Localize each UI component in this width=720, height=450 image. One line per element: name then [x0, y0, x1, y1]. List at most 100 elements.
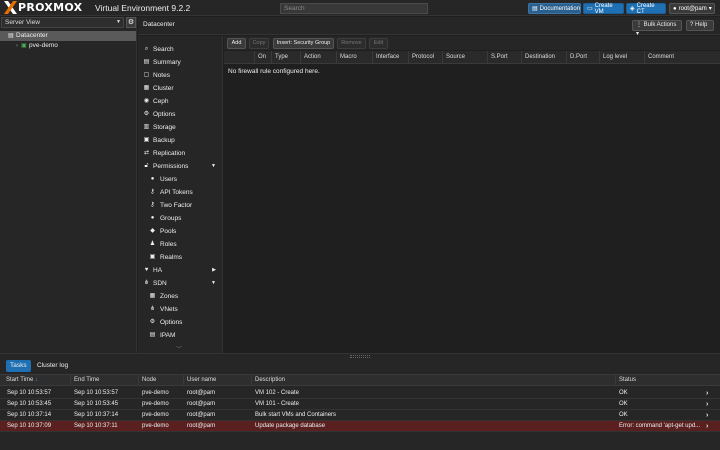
create-ct-button[interactable]: ◈ Create CT	[626, 2, 666, 15]
menu-item-ha[interactable]: ♥ HA ▶	[138, 264, 222, 277]
column-header-macro[interactable]: Macro	[336, 51, 372, 64]
edit-rule-button[interactable]: Edit	[369, 38, 388, 49]
user-label: root@pam	[678, 5, 707, 12]
tasks-table-header: Start Time ↓ End Time Node User name Des…	[0, 374, 720, 386]
menu-item-summary[interactable]: ▤ Summary	[138, 56, 222, 69]
chevron-right-icon[interactable]: ›	[706, 388, 708, 399]
tree-item-node[interactable]: › ▣ pve-demo	[0, 41, 136, 51]
cell-start: Sep 10 10:37:09	[7, 423, 52, 429]
column-header-node[interactable]: Node	[138, 375, 183, 386]
column-header-log-level[interactable]: Log level	[599, 51, 644, 64]
menu-item-ceph[interactable]: ◉ Ceph	[138, 95, 222, 108]
cell-status: Error: command 'apt-get upd...	[619, 423, 701, 429]
column-header-type[interactable]: Type	[271, 51, 300, 64]
menu-item-label: Search	[153, 46, 174, 53]
column-header-status[interactable]: Status	[615, 375, 705, 386]
cluster-icon: ▦	[143, 85, 150, 91]
menu-item-label: Pools	[160, 228, 177, 235]
menu-item-options[interactable]: ⚙ Options	[138, 108, 222, 121]
chevron-right-icon[interactable]: ›	[706, 410, 708, 421]
cell-status: OK	[619, 412, 628, 418]
column-header-user-name[interactable]: User name	[183, 375, 251, 386]
remove-rule-button[interactable]: Remove	[337, 38, 366, 49]
menu-item-permissions[interactable]: 🔓︎ Permissions ▼	[138, 160, 222, 173]
chevron-down-icon: ▾	[708, 6, 712, 12]
gear-icon: ⚙	[143, 111, 150, 117]
insert-security-group-button[interactable]: Insert: Security Group	[273, 38, 334, 49]
menu-item-two-factor[interactable]: ⚷ Two Factor	[138, 199, 222, 212]
tree-settings-button[interactable]: ⚙	[126, 17, 136, 28]
copy-rule-button[interactable]: Copy	[249, 38, 269, 49]
table-row[interactable]: Sep 10 10:53:45 Sep 10 10:53:45 pve-demo…	[0, 399, 720, 410]
menu-item-search[interactable]: ⌕ Search	[138, 43, 222, 56]
cell-user: root@pam	[187, 423, 216, 429]
menu-item-vnets[interactable]: ⋔ VNets	[138, 303, 222, 316]
menu-item-replication[interactable]: ⇄ Replication	[138, 147, 222, 160]
add-rule-button[interactable]: Add	[227, 38, 246, 49]
menu-item-sdn-options[interactable]: ⚙ Options	[138, 316, 222, 329]
table-row-error[interactable]: Sep 10 10:37:09 Sep 10 10:37:11 pve-demo…	[0, 421, 720, 432]
column-header-dport[interactable]: D.Port	[566, 51, 599, 64]
menu-item-groups[interactable]: ● Groups	[138, 212, 222, 225]
column-header-sport[interactable]: S.Port	[487, 51, 521, 64]
column-header-protocol[interactable]: Protocol	[408, 51, 442, 64]
cell-end: Sep 10 10:53:57	[74, 390, 119, 396]
tab-cluster-log[interactable]: Cluster log	[33, 360, 72, 372]
search-input[interactable]	[280, 3, 428, 14]
table-row[interactable]: Sep 10 10:53:57 Sep 10 10:53:57 pve-demo…	[0, 388, 720, 399]
node-online-icon: ▣	[21, 43, 27, 49]
menu-item-notes[interactable]: ▢ Notes	[138, 69, 222, 82]
tree-item-datacenter[interactable]: ▤ Datacenter	[0, 31, 136, 41]
proxmox-logo[interactable]: PROXMOX	[4, 1, 82, 14]
help-button[interactable]: ? Help	[686, 20, 714, 31]
menu-item-storage[interactable]: ▥ Storage	[138, 121, 222, 134]
cell-user: root@pam	[187, 412, 216, 418]
menu-item-label: Cluster	[153, 85, 174, 92]
breadcrumb: Datacenter	[143, 21, 175, 28]
documentation-button[interactable]: ▤ Documentation	[528, 3, 581, 14]
menu-item-realms[interactable]: ▣ Realms	[138, 251, 222, 264]
create-vm-button[interactable]: ▭ Create VM	[583, 3, 624, 15]
cell-description: VM 101 - Create	[255, 401, 300, 407]
column-header-end-time[interactable]: End Time	[70, 375, 138, 386]
cell-node: pve-demo	[142, 423, 169, 429]
chevron-down-icon: ▼	[211, 280, 216, 286]
menu-item-pools[interactable]: ◆ Pools	[138, 225, 222, 238]
ellipsis-icon: ⋮	[636, 22, 642, 28]
tab-tasks[interactable]: Tasks	[6, 360, 31, 372]
bulk-actions-button[interactable]: ⋮ Bulk Actions ▾	[632, 20, 682, 37]
menu-item-users[interactable]: ● Users	[138, 173, 222, 186]
view-selector[interactable]: Server View ▼	[1, 17, 124, 28]
menu-item-label: Ceph	[153, 98, 169, 105]
column-header-comment[interactable]: Comment	[644, 51, 720, 64]
column-header-interface[interactable]: Interface	[372, 51, 408, 64]
user-menu-button[interactable]: ● root@pam ▾	[669, 3, 715, 14]
column-header-start-time[interactable]: Start Time ↓	[3, 375, 70, 386]
menu-item-zones[interactable]: ▦ Zones	[138, 290, 222, 303]
menu-item-sdn[interactable]: ⋔ SDN ▼	[138, 277, 222, 290]
column-header-source[interactable]: Source	[442, 51, 487, 64]
menu-item-cluster[interactable]: ▦ Cluster	[138, 82, 222, 95]
column-header-on[interactable]: On	[254, 51, 271, 64]
chevron-right-icon[interactable]: ›	[706, 399, 708, 410]
splitter-grip-icon[interactable]	[350, 355, 370, 358]
menu-item-roles[interactable]: ♟ Roles	[138, 238, 222, 251]
menu-item-backup[interactable]: ▣ Backup	[138, 134, 222, 147]
menu-item-api-tokens[interactable]: ⚷ API Tokens	[138, 186, 222, 199]
column-header-description[interactable]: Description	[251, 375, 615, 386]
menu-item-label: VNets	[160, 306, 178, 313]
table-row[interactable]: Sep 10 10:37:14 Sep 10 10:37:14 pve-demo…	[0, 410, 720, 421]
cell-user: root@pam	[187, 401, 216, 407]
chevron-right-icon: ▶	[212, 267, 216, 273]
scroll-down-icon[interactable]: ﹀	[176, 344, 182, 353]
menu-item-ipam[interactable]: ▤ IPAM	[138, 329, 222, 342]
menu-item-label: Replication	[153, 150, 186, 157]
firewall-grid-body	[224, 64, 720, 353]
create-ct-label: Create CT	[636, 2, 655, 15]
column-header-action[interactable]: Action	[300, 51, 336, 64]
column-header-destination[interactable]: Destination	[521, 51, 566, 64]
menu-item-label: Users	[160, 176, 177, 183]
chevron-right-icon[interactable]: ›	[706, 421, 708, 432]
menu-item-label: Storage	[153, 124, 176, 131]
menu-item-label: Summary	[153, 59, 181, 66]
